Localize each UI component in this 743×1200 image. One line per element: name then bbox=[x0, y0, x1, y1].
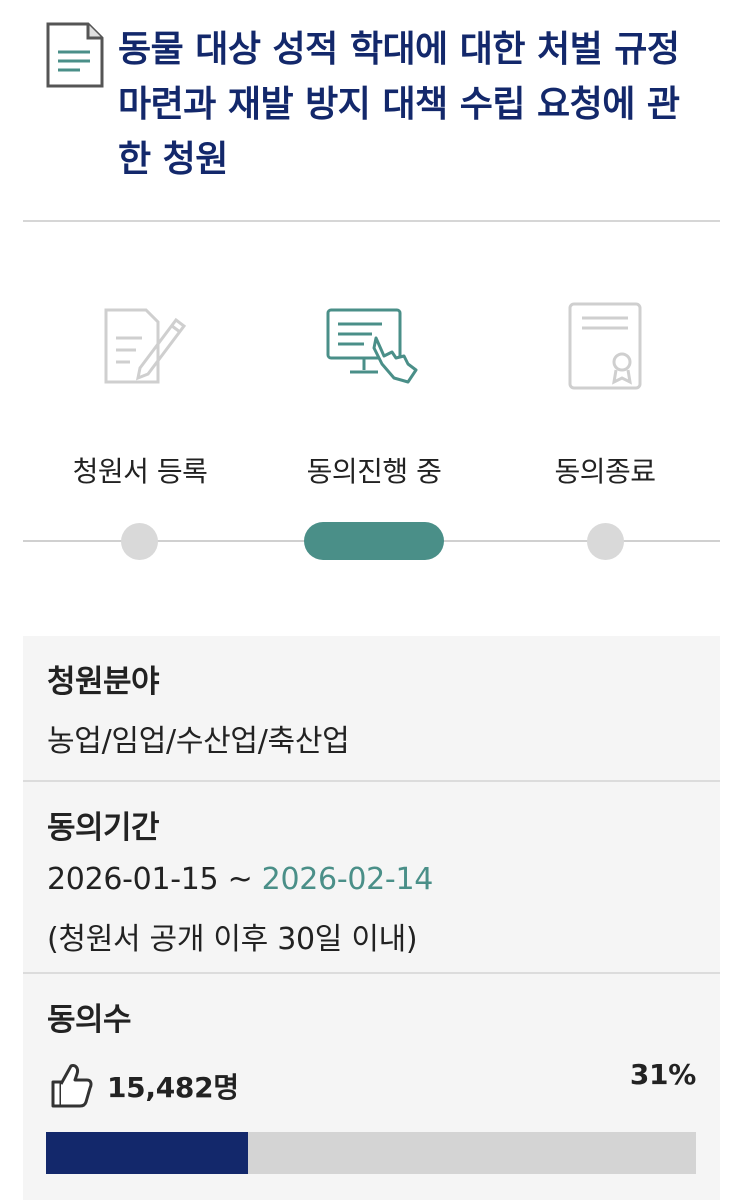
step-dot-closed bbox=[587, 523, 624, 560]
consent-progress-fill bbox=[46, 1132, 248, 1174]
period-end: 2026-02-14 bbox=[261, 862, 434, 897]
period-section: 동의기간 2026-01-15 ~ 2026-02-14 (청원서 공개 이후 … bbox=[23, 782, 720, 972]
field-value: 농업/임업/수산업/축산업 bbox=[47, 724, 350, 759]
period-start: 2026-01-15 bbox=[47, 862, 219, 897]
period-range: 2026-01-15 ~ 2026-02-14 bbox=[47, 862, 433, 897]
consent-count: 15,482명 bbox=[107, 1071, 239, 1104]
step-label-registered: 청원서 등록 bbox=[72, 455, 208, 488]
monitor-touch-icon bbox=[326, 308, 418, 384]
page-title: 동물 대상 성적 학대에 대한 처벌 규정 마련과 재발 방지 대책 수립 요청… bbox=[118, 29, 680, 180]
consent-percent: 31% bbox=[629, 1058, 696, 1091]
thumbs-up-icon bbox=[51, 1064, 93, 1108]
certificate-icon bbox=[568, 302, 642, 390]
field-label: 청원분야 bbox=[47, 664, 160, 700]
title-divider bbox=[23, 220, 720, 222]
step-dot-registered bbox=[121, 523, 158, 560]
field-section: 청원분야 농업/임업/수산업/축산업 bbox=[23, 636, 720, 780]
step-label-closed: 동의종료 bbox=[554, 455, 656, 488]
petition-info-panel: 청원분야 농업/임업/수산업/축산업 동의기간 2026-01-15 ~ 202… bbox=[23, 636, 720, 1200]
consent-section: 동의수 15,482명 31% bbox=[23, 974, 720, 1200]
document-pen-icon bbox=[104, 308, 187, 384]
consent-progress-bar bbox=[46, 1132, 696, 1174]
period-note: (청원서 공개 이후 30일 이내) bbox=[47, 922, 418, 957]
period-label: 동의기간 bbox=[47, 810, 160, 846]
period-separator: ~ bbox=[218, 862, 262, 897]
step-indicator-active bbox=[304, 522, 444, 560]
document-icon bbox=[46, 22, 104, 88]
consent-label: 동의수 bbox=[47, 1002, 132, 1038]
step-label-in-progress: 동의진행 중 bbox=[306, 455, 442, 488]
